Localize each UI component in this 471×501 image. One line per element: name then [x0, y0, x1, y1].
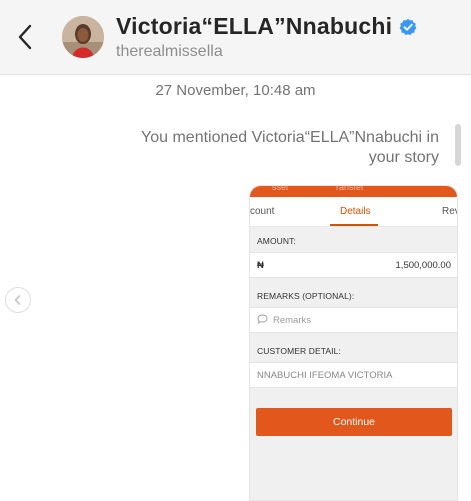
name-row[interactable]: Victoria“ELLA”Nnabuchi [116, 13, 417, 40]
customer-detail-label: CUSTOMER DETAIL: [257, 346, 341, 356]
story-mention-text: You mentioned Victoria“ELLA”Nnabuchi in … [141, 129, 439, 166]
profile-handle: therealmissella [116, 43, 223, 60]
continue-button: Continue [256, 408, 452, 436]
amount-field: ₦ 1,500,000.00 [250, 252, 457, 278]
back-chevron-icon[interactable] [12, 20, 40, 54]
customer-detail-field: NNABUCHI IFEOMA VICTORIA [250, 362, 457, 388]
tab-details: Details [340, 206, 371, 217]
chat-header: Victoria“ELLA”Nnabuchi therealmissella [0, 0, 471, 75]
continue-wrap: Continue [250, 388, 457, 436]
chevron-left-icon[interactable] [5, 287, 31, 313]
amount-label: AMOUNT: [257, 236, 296, 246]
profile-name[interactable]: Victoria“ELLA”Nnabuchi [116, 13, 392, 40]
remarks-field: Remarks [250, 307, 457, 333]
tab-count: count [250, 206, 275, 217]
story-tabs: count Details Rev [250, 197, 457, 227]
remarks-label: REMARKS (OPTIONAL): [257, 291, 355, 301]
verified-badge-icon [399, 18, 417, 36]
remarks-placeholder: Remarks [273, 314, 312, 326]
chat-bubble-icon [257, 314, 268, 327]
avatar[interactable] [62, 16, 104, 58]
active-tab-indicator [330, 224, 378, 226]
amount-value: 1,500,000.00 [395, 259, 451, 271]
tab-review: Rev [442, 206, 457, 217]
message-timestamp: 27 November, 10:48 am [155, 82, 316, 99]
story-preview[interactable]: ssel ransfer count Details Rev AMOUNT: ₦… [249, 185, 458, 501]
scrollbar[interactable] [455, 124, 461, 166]
currency-symbol: ₦ [257, 259, 264, 271]
customer-name: NNABUCHI IFEOMA VICTORIA [257, 369, 393, 381]
story-top-bar: ssel ransfer [250, 186, 457, 197]
